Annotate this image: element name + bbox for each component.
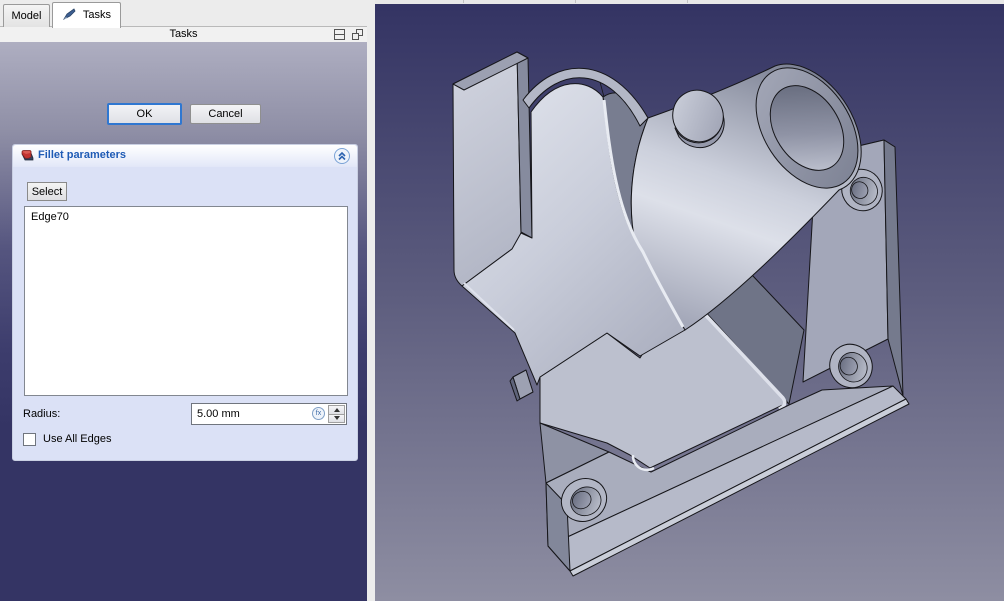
ok-button[interactable]: OK [107, 103, 182, 125]
panel-tabbar: Model Tasks [0, 0, 367, 27]
collapse-icon[interactable] [334, 148, 350, 164]
cancel-button[interactable]: Cancel [190, 104, 261, 124]
dock-float-icon[interactable] [352, 29, 363, 40]
radius-label: Radius: [23, 408, 60, 420]
3d-viewport[interactable] [371, 0, 1004, 601]
fillet-header[interactable]: Fillet parameters [13, 145, 357, 167]
fillet-icon [20, 149, 35, 166]
edge-listbox[interactable]: Edge70 [24, 206, 348, 396]
tab-model-label: Model [12, 10, 42, 22]
pen-icon [62, 6, 76, 30]
tab-model[interactable]: Model [3, 4, 50, 27]
radius-field: fx [191, 403, 347, 425]
toolbar-bottom-strip [375, 0, 1004, 4]
task-panel-body: OK Cancel Fillet parameters [0, 42, 367, 601]
use-all-edges-checkbox[interactable] [23, 433, 36, 446]
panel-splitter[interactable] [367, 0, 375, 601]
spin-down-icon[interactable] [328, 415, 345, 424]
radius-input[interactable] [192, 404, 307, 424]
use-all-edges-row: Use All Edges [23, 432, 111, 446]
list-item[interactable]: Edge70 [25, 210, 347, 224]
fillet-title: Fillet parameters [38, 149, 126, 161]
tab-tasks[interactable]: Tasks [52, 2, 121, 28]
tab-tasks-label: Tasks [83, 9, 111, 21]
dock-title-label: Tasks [169, 28, 197, 40]
use-all-edges-label: Use All Edges [43, 433, 111, 445]
radius-spinner [328, 405, 345, 423]
fillet-parameters-box: Fillet parameters Select Edge70 Radius: … [12, 144, 358, 461]
freecad-window: Model Tasks Tasks OK Cancel [0, 0, 1004, 601]
dock-split-icon[interactable] [334, 29, 345, 40]
expression-icon[interactable]: fx [312, 407, 325, 420]
select-button[interactable]: Select [27, 182, 67, 201]
left-dock-panel: Model Tasks Tasks OK Cancel [0, 0, 367, 601]
dock-titlebar: Tasks [0, 27, 367, 42]
spin-up-icon[interactable] [328, 405, 345, 415]
